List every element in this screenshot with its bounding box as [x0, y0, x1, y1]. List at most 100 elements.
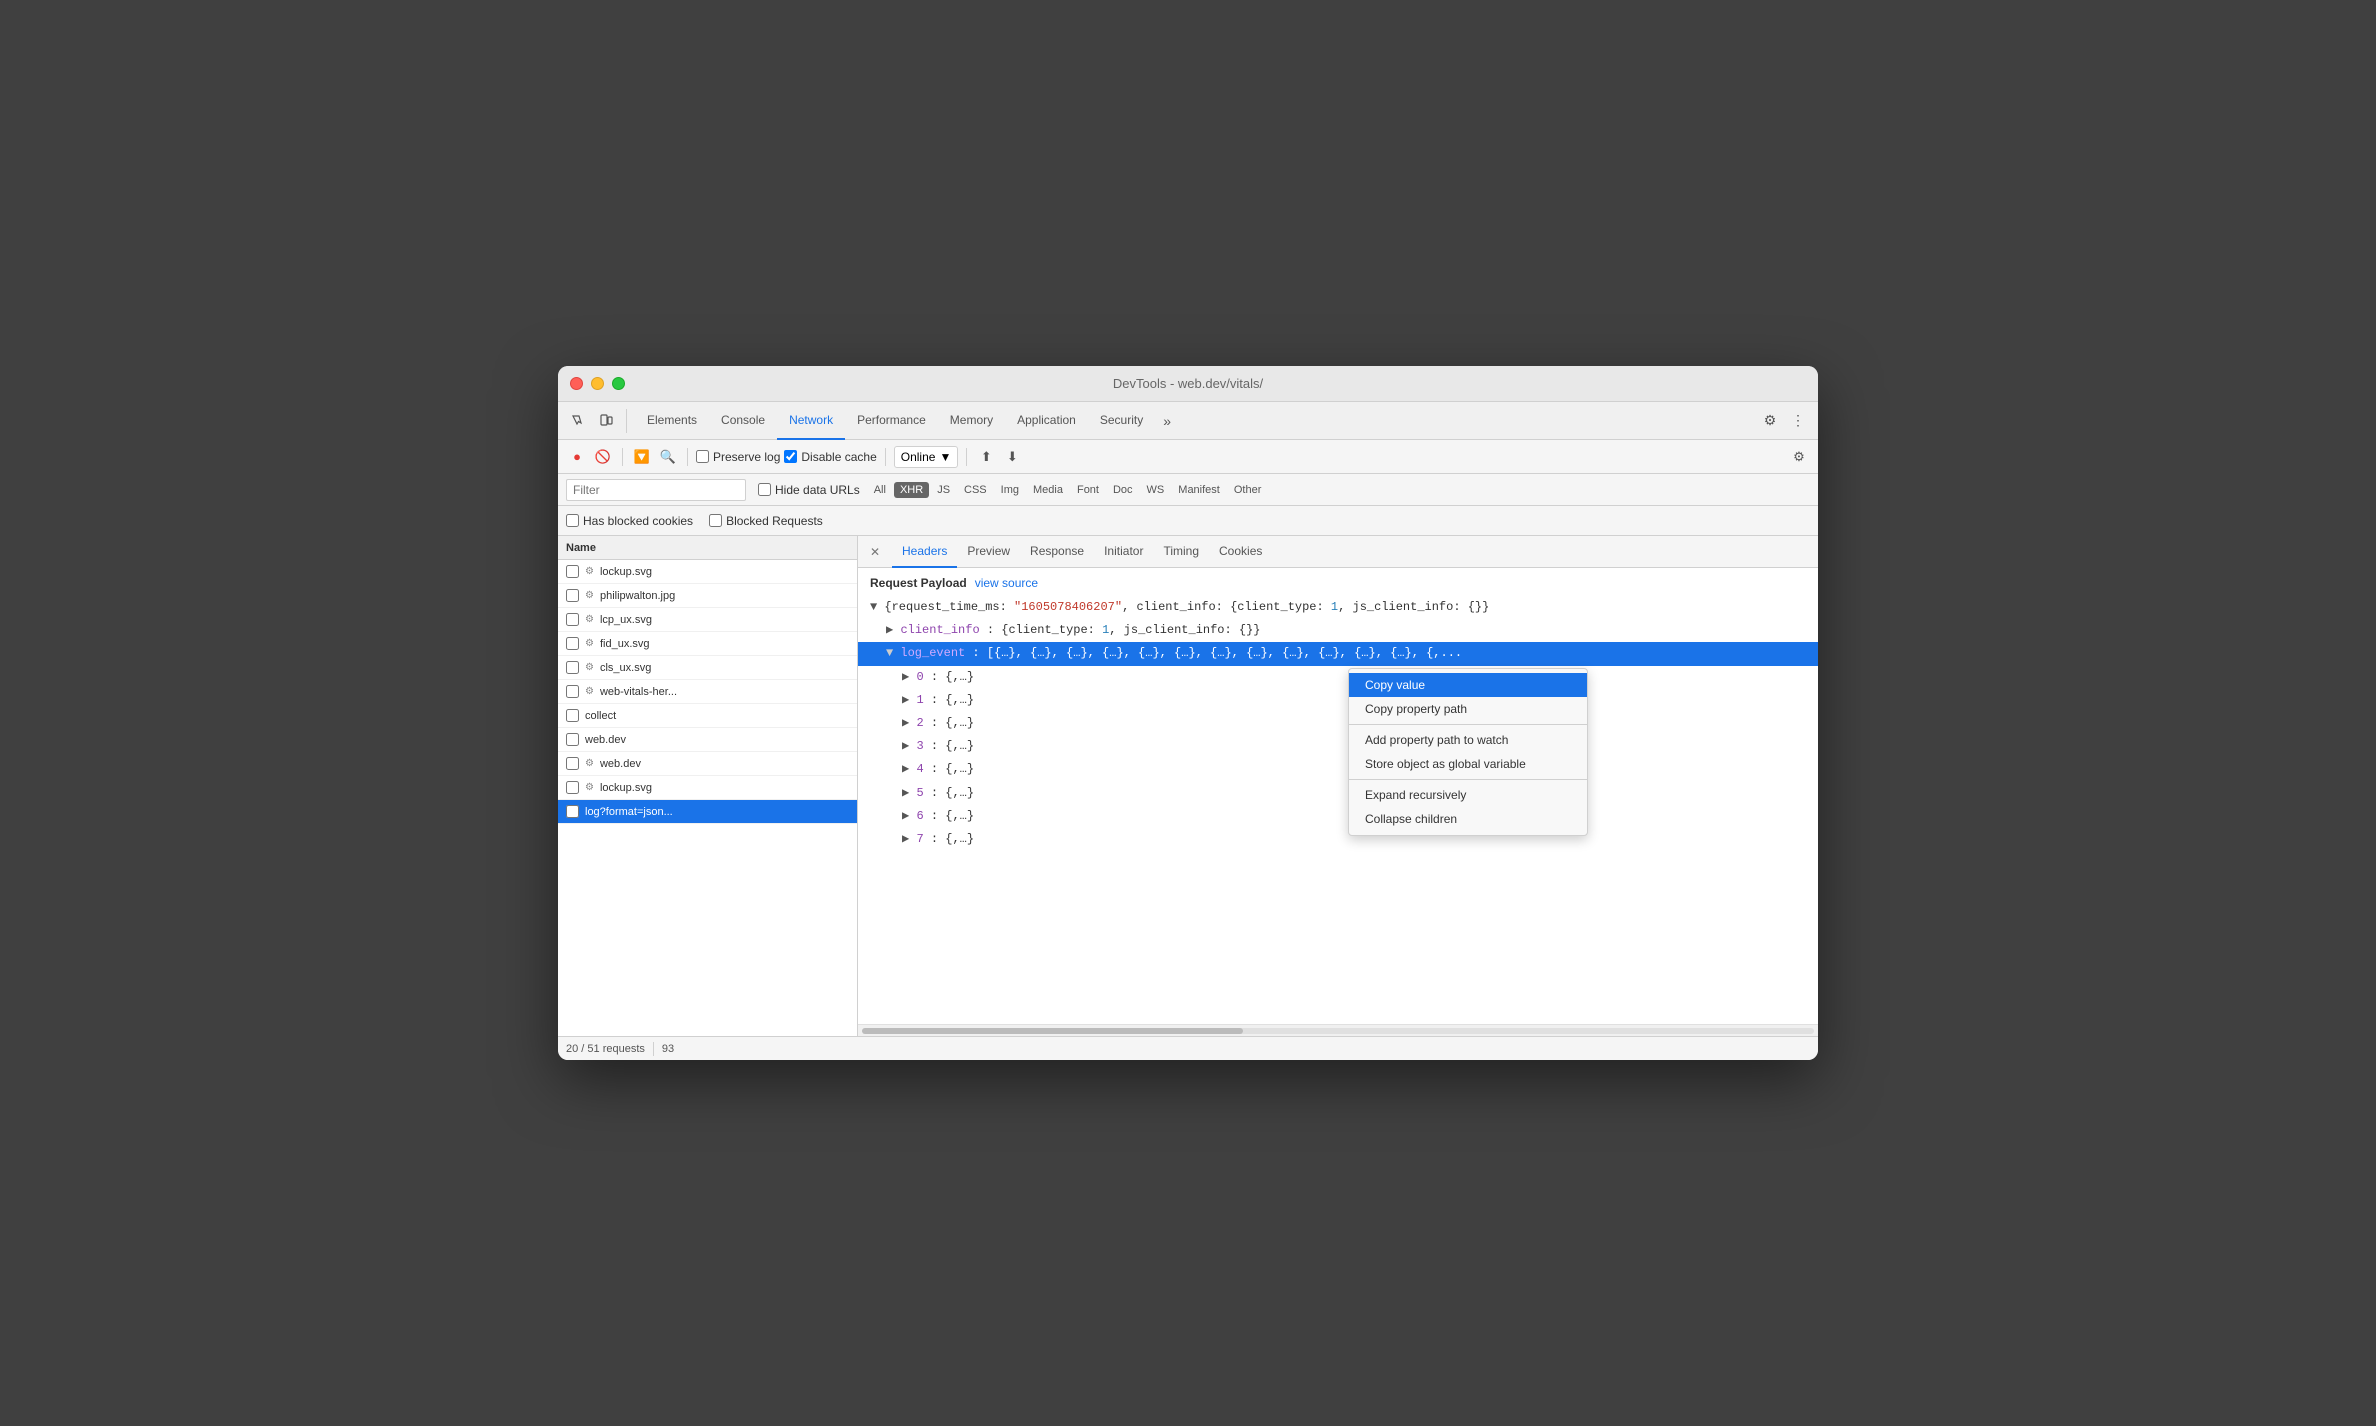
preserve-log-checkbox[interactable] — [696, 450, 709, 463]
context-menu-collapse-children[interactable]: Collapse children — [1349, 807, 1587, 831]
inspect-element-icon[interactable] — [566, 409, 590, 433]
file-checkbox[interactable] — [566, 565, 579, 578]
list-item-selected[interactable]: log?format=json... — [558, 800, 857, 824]
view-source-link[interactable]: view source — [975, 576, 1038, 590]
list-item[interactable]: ⚙ philipwalton.jpg — [558, 584, 857, 608]
file-checkbox[interactable] — [566, 733, 579, 746]
filter-type-xhr[interactable]: XHR — [894, 482, 929, 498]
file-checkbox[interactable] — [566, 613, 579, 626]
expand-icon[interactable]: ▶ — [902, 716, 909, 730]
file-checkbox[interactable] — [566, 661, 579, 674]
payload-line-item4[interactable]: ▶ 4 : {,…} — [870, 758, 1806, 781]
hide-data-urls-label[interactable]: Hide data URLs — [758, 483, 860, 497]
file-checkbox[interactable] — [566, 685, 579, 698]
context-menu-store-global[interactable]: Store object as global variable — [1349, 752, 1587, 776]
expand-icon[interactable]: ▶ — [902, 762, 909, 776]
filter-input[interactable] — [566, 479, 746, 501]
list-item[interactable]: ⚙ cls_ux.svg — [558, 656, 857, 680]
search-icon[interactable]: 🔍 — [657, 446, 679, 468]
filter-icon[interactable]: 🔽 — [631, 446, 653, 468]
context-menu-add-property-path[interactable]: Add property path to watch — [1349, 728, 1587, 752]
hide-data-urls-checkbox[interactable] — [758, 483, 771, 496]
expand-icon[interactable]: ▶ — [902, 809, 909, 823]
tab-console[interactable]: Console — [709, 402, 777, 440]
payload-line-root[interactable]: ▼ {request_time_ms: "1605078406207", cli… — [870, 596, 1806, 619]
minimize-button[interactable] — [591, 377, 604, 390]
filter-type-img[interactable]: Img — [995, 482, 1025, 498]
download-icon[interactable]: ⬇ — [1001, 446, 1023, 468]
tab-cookies[interactable]: Cookies — [1209, 536, 1272, 568]
file-checkbox[interactable] — [566, 781, 579, 794]
expand-icon[interactable]: ▶ — [902, 739, 909, 753]
throttling-select[interactable]: Online ▼ — [894, 446, 959, 468]
list-item[interactable]: web.dev — [558, 728, 857, 752]
close-detail-icon[interactable]: ✕ — [866, 543, 884, 561]
filter-type-js[interactable]: JS — [931, 482, 956, 498]
list-item[interactable]: ⚙ lcp_ux.svg — [558, 608, 857, 632]
payload-line-item7[interactable]: ▶ 7 : {,…} — [870, 828, 1806, 851]
disable-cache-label[interactable]: Disable cache — [784, 450, 876, 464]
list-item[interactable]: ⚙ lockup.svg — [558, 776, 857, 800]
payload-line-item0[interactable]: ▶ 0 : {,…} — [870, 666, 1806, 689]
upload-icon[interactable]: ⬆ — [975, 446, 997, 468]
list-item[interactable]: ⚙ web-vitals-her... — [558, 680, 857, 704]
preserve-log-label[interactable]: Preserve log — [696, 450, 780, 464]
expand-icon[interactable]: ▶ — [902, 693, 909, 707]
maximize-button[interactable] — [612, 377, 625, 390]
payload-line-item6[interactable]: ▶ 6 : {,…} — [870, 805, 1806, 828]
expand-icon[interactable]: ▶ — [886, 623, 893, 637]
filter-type-manifest[interactable]: Manifest — [1172, 482, 1226, 498]
tab-timing[interactable]: Timing — [1153, 536, 1209, 568]
blocked-requests-checkbox[interactable] — [709, 514, 722, 527]
tab-application[interactable]: Application — [1005, 402, 1088, 440]
payload-line-item3[interactable]: ▶ 3 : {,…} — [870, 735, 1806, 758]
file-checkbox[interactable] — [566, 637, 579, 650]
network-settings-icon[interactable]: ⚙ — [1788, 446, 1810, 468]
settings-icon[interactable]: ⚙ — [1758, 409, 1782, 433]
tab-initiator[interactable]: Initiator — [1094, 536, 1153, 568]
file-checkbox[interactable] — [566, 589, 579, 602]
list-item[interactable]: ⚙ fid_ux.svg — [558, 632, 857, 656]
expand-icon[interactable]: ▶ — [902, 832, 909, 846]
tab-response[interactable]: Response — [1020, 536, 1094, 568]
filter-type-font[interactable]: Font — [1071, 482, 1105, 498]
tab-elements[interactable]: Elements — [635, 402, 709, 440]
filter-type-other[interactable]: Other — [1228, 482, 1268, 498]
file-checkbox[interactable] — [566, 709, 579, 722]
filter-type-doc[interactable]: Doc — [1107, 482, 1139, 498]
context-menu-copy-value[interactable]: Copy value — [1349, 673, 1587, 697]
payload-line-item2[interactable]: ▶ 2 : {,…} — [870, 712, 1806, 735]
tab-headers[interactable]: Headers — [892, 536, 957, 568]
tab-security[interactable]: Security — [1088, 402, 1155, 440]
expand-icon[interactable]: ▼ — [870, 600, 877, 614]
more-options-icon[interactable]: ⋮ — [1786, 409, 1810, 433]
clear-button[interactable]: 🚫 — [592, 446, 614, 468]
more-tabs-icon[interactable]: » — [1155, 409, 1179, 433]
device-toolbar-icon[interactable] — [594, 409, 618, 433]
list-item[interactable]: collect — [558, 704, 857, 728]
payload-line-client-info[interactable]: ▶ client_info : {client_type: 1, js_clie… — [870, 619, 1806, 642]
has-blocked-cookies-checkbox[interactable] — [566, 514, 579, 527]
has-blocked-cookies-label[interactable]: Has blocked cookies — [566, 514, 693, 528]
disable-cache-checkbox[interactable] — [784, 450, 797, 463]
tab-memory[interactable]: Memory — [938, 402, 1005, 440]
list-item[interactable]: ⚙ web.dev — [558, 752, 857, 776]
payload-line-item5[interactable]: ▶ 5 : {,…} — [870, 782, 1806, 805]
file-checkbox[interactable] — [566, 805, 579, 818]
expand-icon[interactable]: ▶ — [902, 786, 909, 800]
filter-type-all[interactable]: All — [868, 482, 892, 498]
filter-type-ws[interactable]: WS — [1141, 482, 1171, 498]
expand-icon[interactable]: ▶ — [902, 670, 909, 684]
filter-type-media[interactable]: Media — [1027, 482, 1069, 498]
blocked-requests-label[interactable]: Blocked Requests — [709, 514, 823, 528]
tab-performance[interactable]: Performance — [845, 402, 938, 440]
file-checkbox[interactable] — [566, 757, 579, 770]
list-item[interactable]: ⚙ lockup.svg — [558, 560, 857, 584]
record-button[interactable]: ● — [566, 446, 588, 468]
tab-preview[interactable]: Preview — [957, 536, 1020, 568]
filter-type-css[interactable]: CSS — [958, 482, 993, 498]
scrollbar-thumb[interactable] — [862, 1028, 1243, 1034]
payload-line-item1[interactable]: ▶ 1 : {,…} — [870, 689, 1806, 712]
payload-line-log-event[interactable]: ▼ log_event : [{…}, {…}, {…}, {…}, {…}, … — [858, 642, 1818, 665]
context-menu-expand-recursively[interactable]: Expand recursively — [1349, 783, 1587, 807]
